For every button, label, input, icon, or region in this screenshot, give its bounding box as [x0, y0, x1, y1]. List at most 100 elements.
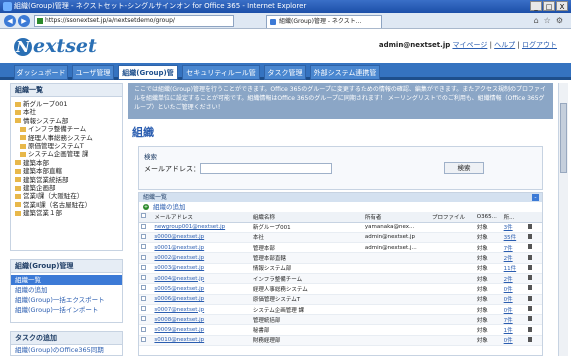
nav-security-rule[interactable]: セキュリティルール管理: [182, 65, 260, 92]
maximize-button[interactable]: □: [543, 1, 555, 11]
browser-tab[interactable]: 組織(Group)管理 - ネクスト...: [266, 15, 382, 28]
row-delete[interactable]: [526, 242, 542, 254]
row-email-link[interactable]: s0008@nextset.jp: [152, 314, 251, 326]
row-member-count[interactable]: 7件: [501, 242, 527, 254]
row-email-link[interactable]: s0002@nextset.jp: [152, 252, 251, 264]
row-checkbox[interactable]: [139, 232, 153, 244]
row-checkbox[interactable]: [139, 324, 153, 336]
menu-add-org[interactable]: 組織の追加: [11, 285, 122, 295]
row-delete[interactable]: [526, 314, 542, 326]
row-checkbox[interactable]: [139, 252, 153, 264]
menu-office365-sync[interactable]: 組織(Group)のOffice365同期: [11, 345, 122, 355]
mypage-link[interactable]: マイページ: [452, 41, 487, 49]
row-member-count[interactable]: 35件: [501, 232, 527, 244]
tree-item[interactable]: 建築営業統括部: [15, 176, 122, 184]
row-delete[interactable]: [526, 273, 542, 285]
row-member-count[interactable]: 3件: [501, 222, 527, 233]
page-scrollbar[interactable]: [558, 83, 568, 356]
row-email-link[interactable]: s0001@nextset.jp: [152, 242, 251, 254]
row-checkbox[interactable]: [139, 242, 153, 254]
add-org-link[interactable]: + 組織の追加: [139, 202, 542, 212]
row-checkbox[interactable]: [139, 222, 153, 233]
row-member-count[interactable]: 1件: [501, 324, 527, 336]
collapse-icon[interactable]: -: [532, 194, 539, 201]
tree-item[interactable]: 本社: [15, 108, 122, 116]
tree-item[interactable]: 情報システム部: [15, 117, 122, 125]
row-email-link[interactable]: s0009@nextset.jp: [152, 324, 251, 336]
row-delete[interactable]: [526, 222, 542, 233]
row-email-link[interactable]: s0007@nextset.jp: [152, 304, 251, 316]
row-delete[interactable]: [526, 283, 542, 295]
row-member-count[interactable]: 2件: [501, 252, 527, 264]
menu-org-list[interactable]: 組織一覧: [11, 275, 122, 285]
row-delete[interactable]: [526, 263, 542, 274]
help-link[interactable]: ヘルプ: [494, 41, 515, 49]
tree-item[interactable]: 営業Ⅱ課（名古屋駐在）: [15, 201, 122, 209]
tree-item[interactable]: システム企画管理 課: [15, 150, 122, 158]
minimize-button[interactable]: _: [530, 1, 542, 11]
row-member-count[interactable]: 0件: [501, 294, 527, 305]
row-email-link[interactable]: newgroup001@nextset.jp: [152, 222, 251, 233]
search-button[interactable]: 検索: [444, 162, 484, 174]
logout-link[interactable]: ログアウト: [522, 41, 557, 49]
table-row[interactable]: s0006@nextset.jp 原価管理システムT 対象 0件: [139, 294, 542, 305]
table-row[interactable]: newgroup001@nextset.jp 新グループ001 yamanaka@n…: [139, 222, 542, 233]
row-delete[interactable]: [526, 304, 542, 316]
tree-item[interactable]: 建築本部: [15, 159, 122, 167]
table-row[interactable]: s0002@nextset.jp 管理本部直轄 対象 2件: [139, 252, 542, 264]
close-button[interactable]: X: [556, 1, 568, 11]
col-members[interactable]: 所...: [501, 212, 527, 223]
row-checkbox[interactable]: [139, 304, 153, 316]
row-member-count[interactable]: 11件: [501, 263, 527, 274]
row-member-count[interactable]: 7件: [501, 314, 527, 326]
row-checkbox[interactable]: [139, 314, 153, 326]
row-delete[interactable]: [526, 232, 542, 244]
tree-item[interactable]: 原価管理システムT: [15, 142, 122, 150]
table-row[interactable]: s0003@nextset.jp 情報システム部 対象 11件: [139, 263, 542, 274]
tree-item[interactable]: 建築企画部: [15, 184, 122, 192]
table-row[interactable]: s0001@nextset.jp 管理本部 admin@nextset.j... 対象…: [139, 242, 542, 254]
table-row[interactable]: s0008@nextset.jp 管理統括部 対象 7件: [139, 314, 542, 326]
row-checkbox[interactable]: [139, 273, 153, 285]
row-delete[interactable]: [526, 335, 542, 347]
col-email[interactable]: メールアドレス: [152, 212, 251, 223]
row-email-link[interactable]: s0010@nextset.jp: [152, 335, 251, 347]
tree-item[interactable]: 新グループ001: [15, 100, 122, 108]
menu-bulk-export[interactable]: 組織(Group)一括エクスポート: [11, 295, 122, 305]
nav-dashboard[interactable]: ダッシュボード: [14, 65, 68, 80]
email-search-input[interactable]: [200, 163, 332, 174]
forward-icon[interactable]: ▶: [18, 15, 30, 27]
row-delete[interactable]: [526, 294, 542, 305]
tree-item[interactable]: 建築営業１部: [15, 209, 122, 217]
nav-external-system[interactable]: 外部システム連携管理: [310, 65, 380, 92]
row-member-count[interactable]: 0件: [501, 304, 527, 316]
row-checkbox[interactable]: [139, 335, 153, 347]
row-checkbox[interactable]: [139, 294, 153, 305]
select-all-checkbox[interactable]: [139, 212, 153, 223]
menu-bulk-import[interactable]: 組織(Group)一括インポート: [11, 305, 122, 315]
tree-item[interactable]: 建築本部直轄: [15, 167, 122, 175]
table-row[interactable]: s0005@nextset.jp 経理人事総務システム 対象 0件: [139, 283, 542, 295]
table-row[interactable]: s0000@nextset.jp 本社 admin@nextset.jp 対象 35件: [139, 232, 542, 244]
col-owner[interactable]: 所有者: [362, 212, 431, 223]
row-checkbox[interactable]: [139, 283, 153, 295]
table-row[interactable]: s0007@nextset.jp システム企画管理 課 対象 0件: [139, 304, 542, 316]
row-delete[interactable]: [526, 324, 542, 336]
row-delete[interactable]: [526, 252, 542, 264]
tree-item[interactable]: 経理人事総務システム: [15, 134, 122, 142]
scrollbar-thumb[interactable]: [560, 103, 567, 173]
col-org-name[interactable]: 組織名称: [250, 212, 363, 223]
table-row[interactable]: s0009@nextset.jp 秘書部 対象 1件: [139, 324, 542, 336]
nextset-logo[interactable]: Nextset: [14, 35, 97, 57]
back-icon[interactable]: ◀: [4, 15, 16, 27]
row-email-link[interactable]: s0005@nextset.jp: [152, 283, 251, 295]
table-row[interactable]: s0004@nextset.jp インフラ整備チーム 対象 2件: [139, 273, 542, 285]
tree-item[interactable]: 営業Ⅰ課（大阪駐在）: [15, 192, 122, 200]
favorites-icon[interactable]: ☆: [544, 16, 551, 25]
row-email-link[interactable]: s0000@nextset.jp: [152, 232, 251, 244]
col-o365[interactable]: O365...: [474, 212, 502, 223]
row-email-link[interactable]: s0006@nextset.jp: [152, 294, 251, 305]
table-row[interactable]: s0010@nextset.jp 財務経理部 対象 0件: [139, 335, 542, 347]
row-checkbox[interactable]: [139, 263, 153, 274]
nav-task-management[interactable]: タスク管理: [264, 65, 306, 80]
